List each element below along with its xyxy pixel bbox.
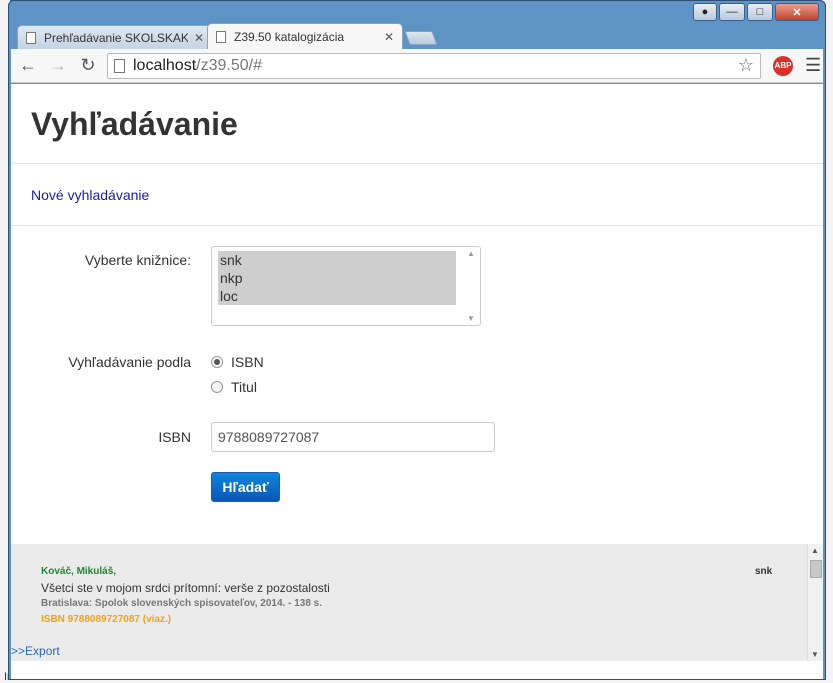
page-viewport: Vyhľadávanie Nové vyhladávanie Vyberte k… <box>11 84 823 679</box>
isbn-label-wrap: ISBN <box>11 429 191 449</box>
scroll-up-icon[interactable]: ▲ <box>467 249 475 258</box>
library-option[interactable]: nkp <box>218 269 456 287</box>
tab-z3950[interactable]: Z39.50 katalogizácia ✕ <box>207 23 403 49</box>
url-path: /z39.50/# <box>196 56 262 74</box>
window-controls: ● — □ ✕ <box>693 3 819 21</box>
tab-strip: Prehľadávanie SKOLSKAKI ✕ Z39.50 katalog… <box>17 23 438 49</box>
result-library: snk <box>755 566 773 577</box>
radio-button[interactable] <box>211 356 223 368</box>
link-bar: Nové vyhladávanie <box>11 164 823 226</box>
search-form: Vyberte knižnice: snk nkp loc ▲ ▼ Vyhľadá… <box>11 226 823 544</box>
result-author: Kováč, Mikuláš, <box>41 566 117 577</box>
close-tab-icon[interactable]: ✕ <box>384 30 394 44</box>
search-by-label-wrap: Vyhľadávanie podla <box>11 354 191 374</box>
minimize-button[interactable]: — <box>719 3 745 21</box>
bookmark-star-icon[interactable]: ☆ <box>738 55 754 76</box>
page-title: Vyhľadávanie <box>31 106 238 142</box>
forward-arrow-icon[interactable]: → <box>45 53 71 79</box>
tab-title: Prehľadávanie SKOLSKAKI <box>44 30 188 45</box>
menu-icon[interactable]: ☰ <box>805 55 821 76</box>
export-link[interactable]: >>Export <box>11 644 60 658</box>
maximize-button[interactable]: □ <box>747 3 773 21</box>
isbn-label: ISBN <box>158 429 191 445</box>
isbn-input[interactable] <box>211 422 495 452</box>
close-window-button[interactable]: ✕ <box>775 3 819 21</box>
user-icon[interactable]: ● <box>693 3 717 21</box>
listbox-scrollbar[interactable]: ▲ ▼ <box>464 249 478 323</box>
libraries-select[interactable]: snk nkp loc ▲ ▼ <box>211 246 481 326</box>
radio-label: Titul <box>231 379 257 395</box>
tab-prehladavanie[interactable]: Prehľadávanie SKOLSKAKI ✕ <box>17 25 213 49</box>
scroll-down-icon[interactable]: ▼ <box>467 314 475 323</box>
scroll-down-icon[interactable]: ▼ <box>811 650 819 659</box>
results-panel: Kováč, Mikuláš, Všetci ste v mojom srdci… <box>11 544 823 661</box>
search-by-label: Vyhľadávanie podla <box>68 354 191 370</box>
result-publication: Bratislava: Spolok slovenských spisovate… <box>41 598 323 609</box>
scroll-thumb[interactable] <box>810 560 822 578</box>
search-button[interactable]: Hľadať <box>211 472 280 502</box>
browser-window: ● — □ ✕ Prehľadávanie SKOLSKAKI ✕ Z39.50… <box>8 0 826 680</box>
radio-titul[interactable]: Titul <box>211 379 257 395</box>
page-header: Vyhľadávanie <box>11 84 823 164</box>
scroll-up-icon[interactable]: ▲ <box>811 546 819 555</box>
tab-title: Z39.50 katalogizácia <box>234 29 345 44</box>
library-option[interactable]: loc <box>218 287 456 305</box>
libraries-label-wrap: Vyberte knižnice: <box>11 252 191 272</box>
reload-icon[interactable]: ↻ <box>75 53 101 79</box>
page-icon <box>114 58 125 73</box>
page-icon <box>216 30 226 43</box>
close-tab-icon[interactable]: ✕ <box>194 31 204 45</box>
url-host: localhost <box>133 56 197 74</box>
browser-toolbar: ← → ↻ localhost/z39.50/# ☆ ABP ☰ <box>11 49 823 83</box>
results-scrollbar[interactable]: ▲ ▼ <box>807 544 823 661</box>
new-tab-button[interactable] <box>404 31 438 45</box>
library-option[interactable]: snk <box>218 251 456 269</box>
libraries-label: Vyberte knižnice: <box>84 252 191 268</box>
result-item[interactable]: Kováč, Mikuláš, Všetci ste v mojom srdci… <box>41 564 781 628</box>
address-bar[interactable]: localhost/z39.50/# ☆ <box>107 52 761 79</box>
radio-label: ISBN <box>231 354 264 370</box>
page-icon <box>26 31 36 44</box>
back-arrow-icon[interactable]: ← <box>15 53 41 79</box>
result-title: Všetci ste v mojom srdci prítomní: verše… <box>41 581 330 595</box>
radio-button[interactable] <box>211 381 223 393</box>
new-search-link[interactable]: Nové vyhladávanie <box>31 187 149 203</box>
result-isbn: ISBN 9788089727087 (viaz.) <box>41 614 172 625</box>
radio-isbn[interactable]: ISBN <box>211 354 264 370</box>
adblock-icon[interactable]: ABP <box>773 55 793 76</box>
titlebar: ● — □ ✕ <box>9 1 825 25</box>
